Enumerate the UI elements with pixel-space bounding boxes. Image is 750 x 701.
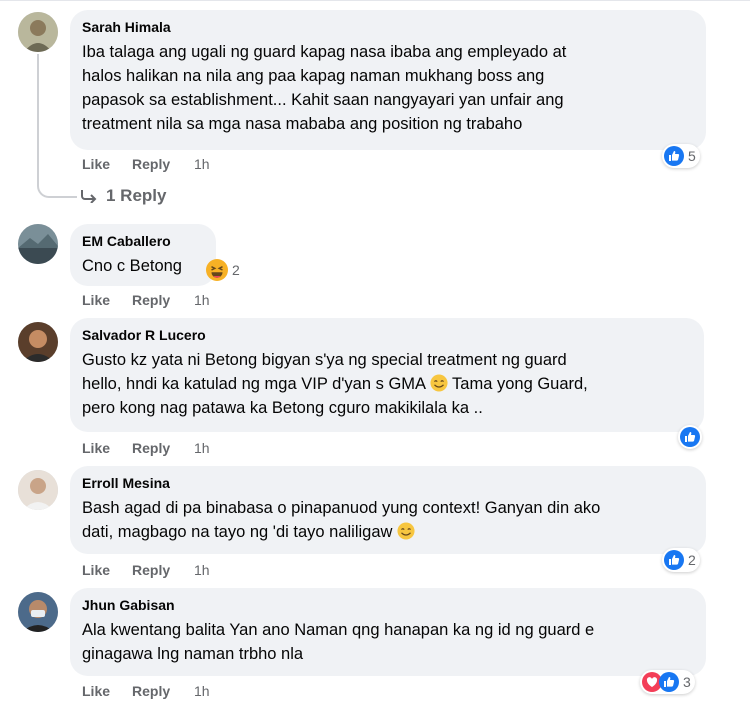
comment-bubble: Erroll Mesina Bash agad di pa binabasa o… [70,466,706,554]
comment-author[interactable]: Salvador R Lucero [82,326,692,344]
like-button[interactable]: Like [82,440,132,456]
view-replies-link[interactable]: 1 Reply [80,186,166,206]
laughing-emoji [206,259,228,281]
reply-button[interactable]: Reply [132,683,194,699]
like-button[interactable]: Like [82,292,132,308]
thumbs-up-icon [664,146,684,166]
reply-button[interactable]: Reply [132,156,194,172]
comment-author[interactable]: Sarah Himala [82,18,694,36]
comment-text: Iba talaga ang ugali ng guard kapag nasa… [82,43,567,133]
timestamp[interactable]: 1h [194,440,210,456]
like-button[interactable]: Like [82,683,132,699]
timestamp[interactable]: 1h [194,292,210,308]
reply-arrow-icon [81,190,97,203]
reaction-summary[interactable] [678,425,702,449]
replies-count-label[interactable]: 1 Reply [106,186,166,206]
comment-actions: Like Reply 1h [82,156,210,172]
reaction-summary[interactable]: 2 [662,548,700,572]
thumbs-up-icon [680,427,700,447]
comment-bubble: EM Caballero Cno c Betong 2 [70,224,240,286]
thread-line [37,54,39,178]
reaction-count: 3 [683,674,691,690]
reaction-summary[interactable]: 2 [206,258,240,282]
smiling-emoji [397,522,415,540]
like-button[interactable]: Like [82,156,132,172]
comment-bubble: Jhun Gabisan Ala kwentang balita Yan ano… [70,588,706,676]
comment-bubble: Sarah Himala Iba talaga ang ugali ng gua… [70,10,706,150]
comment-actions: Like Reply 1h [82,562,210,578]
comment-text: Ala kwentang balita Yan ano Naman qng ha… [82,621,595,663]
reply-button[interactable]: Reply [132,562,194,578]
comment-actions: Like Reply 1h [82,683,210,699]
like-button[interactable]: Like [82,562,132,578]
reply-button[interactable]: Reply [132,440,194,456]
reaction-summary[interactable]: 3 [640,670,695,694]
reaction-count: 2 [688,552,696,568]
avatar[interactable] [18,592,58,632]
comment-text: Bash agad di pa binabasa o pinapanuod yu… [82,499,601,541]
avatar[interactable] [18,224,58,264]
timestamp[interactable]: 1h [194,562,210,578]
comment-author[interactable]: Erroll Mesina [82,474,694,492]
comment-actions: Like Reply 1h [82,440,210,456]
reaction-count: 2 [232,262,240,278]
comment-text: Gusto kz yata ni Betong bigyan s'ya ng s… [82,351,588,417]
comment-actions: Like Reply 1h [82,292,210,308]
reply-button[interactable]: Reply [132,292,194,308]
smiling-emoji [430,374,448,392]
comment-author[interactable]: Jhun Gabisan [82,596,694,614]
thumbs-up-icon [664,550,684,570]
thumbs-up-icon [659,672,679,692]
comment-text: Cno c Betong 2 [82,254,240,281]
thread-curve [37,176,77,198]
avatar[interactable] [18,322,58,362]
top-divider [0,0,750,1]
comment-author[interactable]: EM Caballero [82,232,204,250]
timestamp[interactable]: 1h [194,683,210,699]
avatar[interactable] [18,470,58,510]
reaction-summary[interactable]: 5 [662,144,700,168]
comment-bubble: Salvador R Lucero Gusto kz yata ni Beton… [70,318,704,432]
reaction-count: 5 [688,148,696,164]
avatar[interactable] [18,12,58,52]
timestamp[interactable]: 1h [194,156,210,172]
